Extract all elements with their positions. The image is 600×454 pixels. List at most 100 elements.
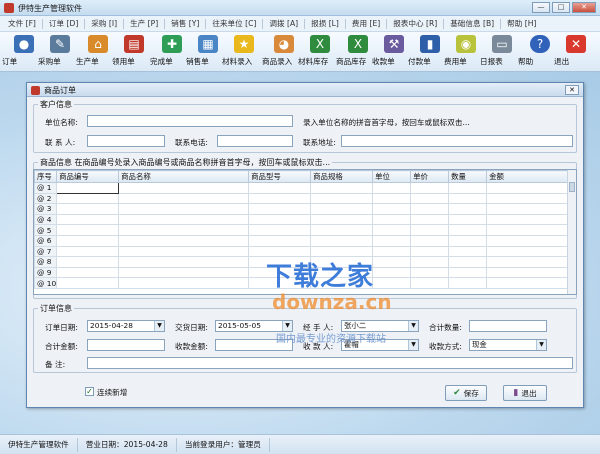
table-cell[interactable]	[56, 245, 120, 258]
table-row[interactable]: @ 3	[34, 203, 570, 215]
table-cell[interactable]	[248, 182, 312, 194]
menu-sales[interactable]: 销售 [Y]	[169, 18, 205, 29]
table-cell[interactable]	[372, 266, 412, 279]
table-cell[interactable]	[448, 256, 488, 268]
maximize-button[interactable]: □	[552, 2, 570, 13]
table-cell[interactable]	[56, 203, 120, 215]
table-cell[interactable]	[56, 256, 120, 268]
table-cell[interactable]	[118, 213, 250, 226]
column-header-qty[interactable]: 数量	[448, 170, 488, 183]
table-cell[interactable]	[248, 234, 312, 247]
table-cell[interactable]	[118, 203, 250, 215]
table-cell[interactable]	[410, 234, 450, 247]
table-cell[interactable]	[448, 203, 488, 215]
table-cell[interactable]	[410, 213, 450, 226]
menu-loss[interactable]: 报损 [L]	[309, 18, 345, 29]
table-cell[interactable]	[310, 182, 374, 194]
table-cell[interactable]	[410, 245, 450, 258]
exit-button[interactable]: ▮ 退出	[503, 385, 547, 401]
table-cell[interactable]	[486, 213, 570, 226]
table-cell[interactable]	[56, 266, 120, 279]
table-cell[interactable]	[410, 256, 450, 268]
column-header-index[interactable]: 序号	[34, 170, 58, 183]
table-cell[interactable]	[56, 192, 120, 205]
column-header-unit[interactable]: 单位	[372, 170, 412, 183]
table-cell[interactable]	[372, 234, 412, 247]
pay-method-select[interactable]: 现金 ▼	[469, 339, 547, 351]
table-cell[interactable]	[56, 234, 120, 247]
table-cell[interactable]	[372, 203, 412, 215]
contact-field[interactable]	[87, 135, 165, 147]
close-button[interactable]: ✕	[572, 2, 596, 13]
table-row[interactable]: @ 5	[34, 224, 570, 236]
table-cell[interactable]	[118, 245, 250, 258]
menu-purchase[interactable]: 采购 [I]	[89, 18, 123, 29]
table-cell[interactable]	[310, 213, 374, 226]
toolbar-material-entry-button[interactable]: ★ 材料录入	[222, 35, 266, 69]
dialog-close-button[interactable]: ✕	[565, 85, 579, 95]
table-cell[interactable]	[372, 224, 412, 236]
grid-scrollbar[interactable]	[567, 170, 576, 294]
menu-partners[interactable]: 往来单位 [C]	[210, 18, 262, 29]
table-cell[interactable]	[118, 266, 250, 279]
menu-production[interactable]: 生产 [P]	[128, 18, 164, 29]
table-cell[interactable]	[486, 277, 570, 289]
table-cell[interactable]	[56, 277, 120, 289]
table-cell[interactable]	[248, 213, 312, 226]
menu-help[interactable]: 帮助 [H]	[505, 18, 542, 29]
chevron-down-icon[interactable]: ▼	[408, 321, 418, 331]
remark-field[interactable]	[87, 357, 573, 369]
table-cell[interactable]	[448, 224, 488, 236]
table-cell[interactable]	[310, 203, 374, 215]
column-header-amount[interactable]: 金额	[486, 170, 570, 183]
table-cell[interactable]	[56, 182, 120, 194]
menu-reports[interactable]: 报表中心 [R]	[391, 18, 443, 29]
table-cell[interactable]	[448, 266, 488, 279]
table-cell[interactable]	[118, 192, 250, 205]
table-cell[interactable]	[410, 224, 450, 236]
table-cell[interactable]	[310, 192, 374, 205]
table-cell[interactable]	[56, 224, 120, 236]
table-cell[interactable]	[372, 277, 412, 289]
table-cell[interactable]	[486, 256, 570, 268]
table-cell[interactable]	[486, 224, 570, 236]
table-cell[interactable]	[448, 245, 488, 258]
table-cell[interactable]	[486, 266, 570, 279]
table-row[interactable]: @ 4	[34, 213, 570, 226]
table-cell[interactable]	[448, 234, 488, 247]
table-cell[interactable]	[248, 192, 312, 205]
table-cell[interactable]	[486, 192, 570, 205]
table-cell[interactable]	[486, 203, 570, 215]
column-header-code[interactable]: 商品编号	[56, 170, 120, 183]
menu-basic-info[interactable]: 基础信息 [B]	[448, 18, 500, 29]
menu-expense[interactable]: 费用 [E]	[350, 18, 386, 29]
table-cell[interactable]	[372, 256, 412, 268]
table-row[interactable]: @ 1	[34, 182, 570, 194]
scrollbar-thumb[interactable]	[569, 182, 575, 192]
table-cell[interactable]	[410, 277, 450, 289]
column-header-model[interactable]: 商品型号	[248, 170, 312, 183]
table-row[interactable]: @ 2	[34, 192, 570, 205]
table-cell[interactable]	[372, 245, 412, 258]
menu-order[interactable]: 订单 [D]	[47, 18, 84, 29]
table-cell[interactable]	[118, 224, 250, 236]
table-row[interactable]: @ 6	[34, 234, 570, 247]
save-button[interactable]: ✔ 保存	[445, 385, 487, 401]
table-cell[interactable]	[448, 182, 488, 194]
unit-name-field[interactable]	[87, 115, 293, 127]
table-cell[interactable]	[248, 203, 312, 215]
column-header-spec[interactable]: 商品规格	[310, 170, 374, 183]
table-cell[interactable]	[118, 256, 250, 268]
table-cell[interactable]	[486, 245, 570, 258]
table-cell[interactable]	[310, 224, 374, 236]
address-field[interactable]	[341, 135, 573, 147]
table-cell[interactable]	[118, 277, 250, 289]
chevron-down-icon[interactable]: ▼	[408, 340, 418, 350]
column-header-price[interactable]: 单价	[410, 170, 450, 183]
table-cell[interactable]	[372, 213, 412, 226]
table-cell[interactable]	[56, 213, 120, 226]
phone-field[interactable]	[217, 135, 293, 147]
order-date-picker[interactable]: 2015-04-28 ▼	[87, 320, 165, 332]
total-amount-field[interactable]	[87, 339, 165, 351]
toolbar-exit-button[interactable]: ✕ 退出	[554, 35, 598, 69]
